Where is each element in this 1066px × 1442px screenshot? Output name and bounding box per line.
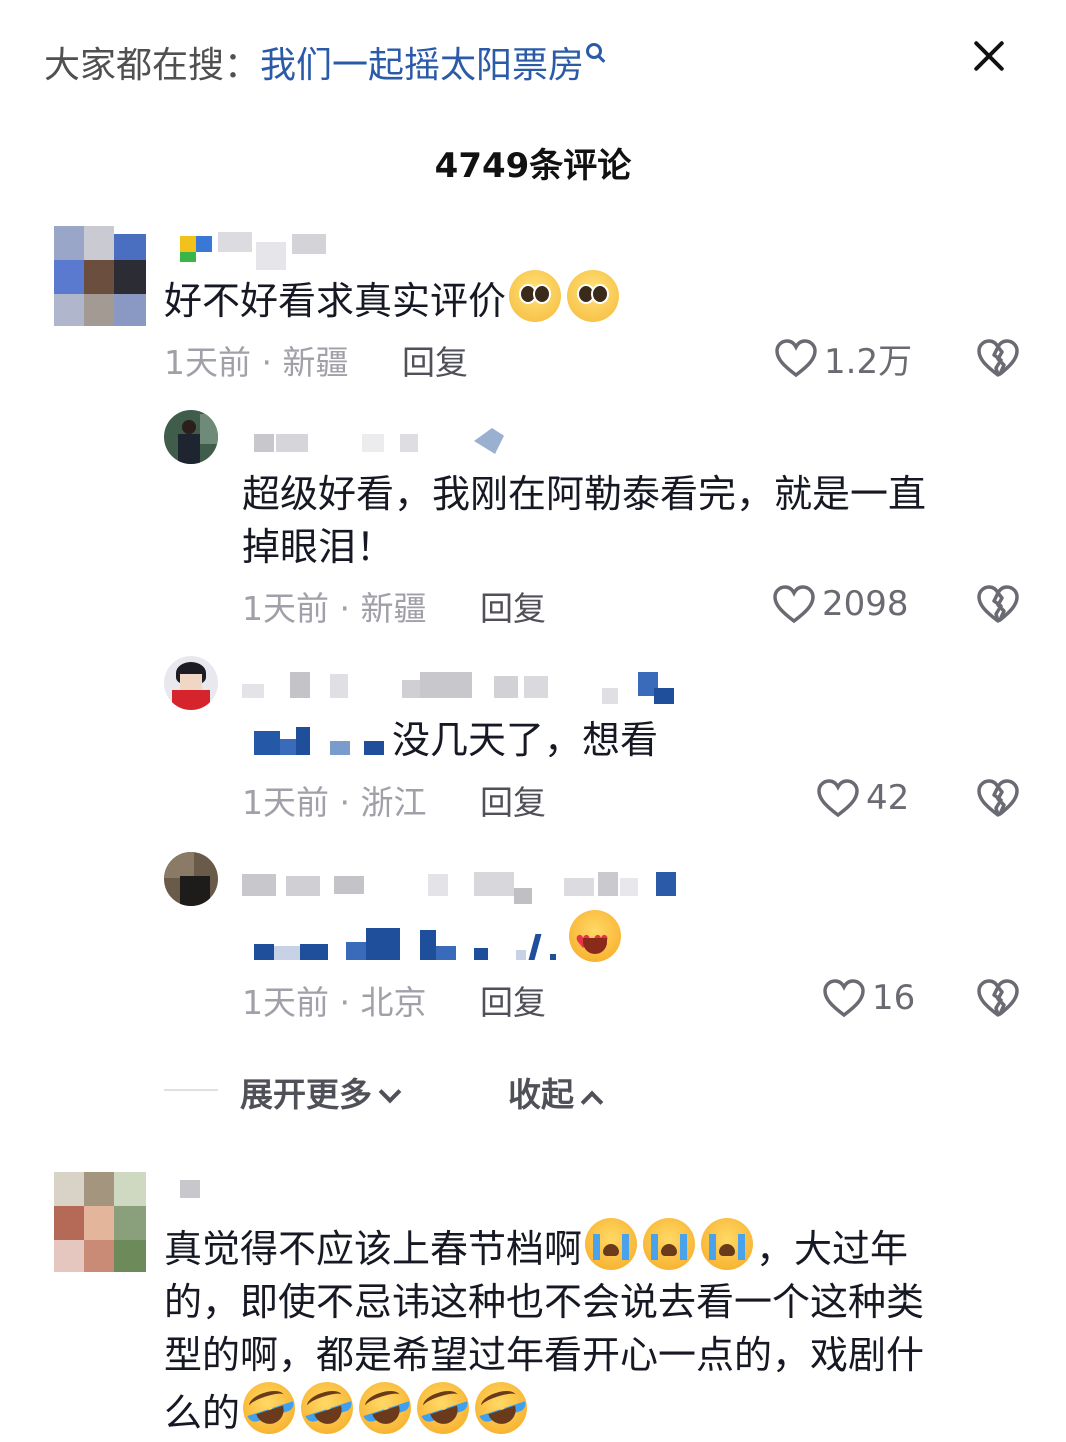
reply-time: 1天前 xyxy=(242,783,329,822)
like-button[interactable]: 1.2万 xyxy=(774,333,912,383)
like-count: 42 xyxy=(866,778,910,818)
avatar[interactable] xyxy=(164,656,218,710)
expand-more-label: 展开更多 xyxy=(240,1075,372,1114)
reply-body: 没几天了，想看 xyxy=(392,718,659,762)
reply-time: 1天前 xyxy=(242,983,329,1022)
blurred-mention xyxy=(254,721,392,761)
chevron-up-icon xyxy=(580,1090,604,1114)
comment-meta: 1天前 · 新疆 xyxy=(164,343,349,382)
divider xyxy=(164,1089,218,1091)
heart-eyes-face-icon xyxy=(569,910,621,969)
loudly-crying-face-icon xyxy=(701,1218,754,1270)
username-blurred[interactable] xyxy=(180,232,330,272)
loudly-crying-face-icon xyxy=(585,1218,638,1270)
trending-search-bar[interactable]: 大家都在搜：我们一起摇太阳票房 xyxy=(44,38,603,94)
rolling-laughing-face-icon xyxy=(352,1375,418,1441)
comment-body: 好不好看求真实评价 xyxy=(164,279,507,323)
pleading-face-icon xyxy=(567,270,620,322)
comment-body-line-1: 真觉得不应该上春节档啊 xyxy=(164,1227,583,1271)
reply-body-line-1: 超级好看，我刚在阿勒泰看完，就是一直 xyxy=(242,472,927,516)
reply-location: 北京 xyxy=(360,983,427,1022)
thread-controls: 展开更多 收起 xyxy=(164,1068,664,1114)
comment-line-1: 真觉得不应该上春节档啊 ，大过年 xyxy=(164,1218,924,1276)
avatar[interactable] xyxy=(164,410,218,464)
comment-count-title: 4749条评论 xyxy=(434,146,632,186)
rolling-laughing-face-icon xyxy=(236,1375,302,1441)
reply-meta: 1天前 · 北京 xyxy=(242,983,427,1022)
search-icon[interactable] xyxy=(586,43,603,59)
reply-button[interactable]: 回复 xyxy=(402,336,468,384)
chevron-down-icon xyxy=(378,1080,402,1104)
reply-meta: 1天前 · 浙江 xyxy=(242,783,427,822)
username-blurred[interactable] xyxy=(254,426,514,466)
heart-icon xyxy=(823,979,865,1018)
broken-heart-icon[interactable] xyxy=(976,976,1020,1020)
like-count: 2098 xyxy=(822,584,909,624)
avatar[interactable] xyxy=(54,226,146,326)
comment-text: 好不好看求真实评价 xyxy=(164,270,622,328)
collapse-label: 收起 xyxy=(508,1075,574,1114)
broken-heart-icon[interactable] xyxy=(976,582,1020,626)
like-button[interactable]: 42 xyxy=(816,773,909,823)
reply-location: 新疆 xyxy=(360,589,427,628)
username-blurred[interactable] xyxy=(242,670,682,710)
reply-button[interactable]: 回复 xyxy=(480,582,546,630)
comment-line-4: 么的 xyxy=(164,1375,924,1441)
reply-location: 浙江 xyxy=(360,783,427,822)
trending-search-prefix: 大家都在搜： xyxy=(44,45,261,86)
rolling-laughing-face-icon xyxy=(410,1375,476,1441)
trending-search-query[interactable]: 我们一起摇太阳票房 xyxy=(260,45,584,86)
collapse-button[interactable]: 收起 xyxy=(508,1068,604,1116)
comment-body-line-1-tail: ，大过年 xyxy=(756,1227,909,1271)
heart-icon xyxy=(775,339,817,378)
comment-text: 真觉得不应该上春节档啊 ，大过年 的，即使不忌讳这种也不会说去看一个这种类 型的啊… xyxy=(164,1218,925,1441)
broken-heart-icon[interactable] xyxy=(976,776,1020,820)
reply-button[interactable]: 回复 xyxy=(480,976,546,1024)
comment-body-line-2: 的，即使不忌讳这种也不会说去看一个这种类 xyxy=(164,1280,925,1324)
like-button[interactable]: 2098 xyxy=(772,579,909,629)
reply-time: 1天前 xyxy=(242,589,329,628)
comment-body-line-3: 型的啊，都是希望过年看开心一点的，戏剧什 xyxy=(164,1333,925,1377)
blurred-mention xyxy=(254,920,566,964)
rolling-laughing-face-icon xyxy=(468,1375,534,1441)
avatar[interactable] xyxy=(54,1172,146,1272)
avatar[interactable] xyxy=(164,852,218,906)
username-blurred[interactable] xyxy=(242,868,682,908)
username-blurred[interactable] xyxy=(180,1180,240,1220)
comment-body-line-4: 么的 xyxy=(164,1391,241,1435)
rolling-laughing-face-icon xyxy=(294,1375,360,1441)
reply-body-line-2: 掉眼泪！ xyxy=(242,525,395,569)
heart-icon xyxy=(773,585,815,624)
comment-time: 1天前 xyxy=(164,343,251,382)
close-icon[interactable] xyxy=(966,34,1012,80)
broken-heart-icon[interactable] xyxy=(976,336,1020,380)
like-button[interactable]: 16 xyxy=(822,973,915,1023)
loudly-crying-face-icon xyxy=(643,1218,696,1270)
reply-text xyxy=(254,910,624,969)
like-count: 16 xyxy=(872,978,916,1018)
reply-text: 超级好看，我刚在阿勒泰看完，就是一直 掉眼泪！ xyxy=(242,468,926,574)
reply-text: 没几天了，想看 xyxy=(254,714,658,767)
expand-more-button[interactable]: 展开更多 xyxy=(240,1068,402,1116)
reply-meta: 1天前 · 新疆 xyxy=(242,589,427,628)
reply-button[interactable]: 回复 xyxy=(480,776,546,824)
pleading-face-icon xyxy=(509,270,562,322)
heart-icon xyxy=(817,779,859,818)
comment-location: 新疆 xyxy=(282,343,349,382)
like-count: 1.2万 xyxy=(824,341,913,382)
